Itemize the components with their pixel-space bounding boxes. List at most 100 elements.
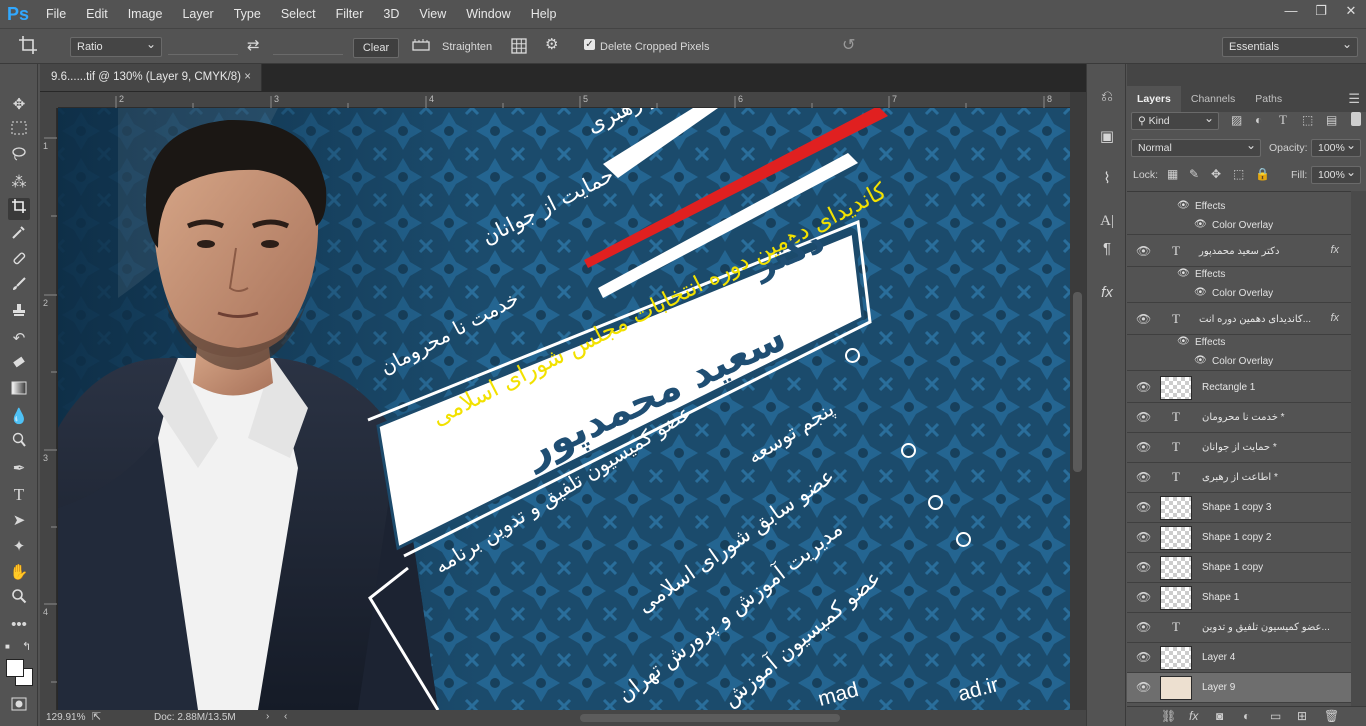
- scroll-thumb[interactable]: [1073, 292, 1082, 472]
- 3d-panel-icon[interactable]: ▣: [1096, 126, 1118, 148]
- lock-image-icon[interactable]: ✎: [1189, 167, 1199, 181]
- gradient-tool-icon[interactable]: [8, 380, 30, 402]
- paragraph-panel-icon[interactable]: ¶: [1096, 238, 1118, 260]
- lock-transparent-icon[interactable]: ▦: [1167, 167, 1178, 181]
- brush-presets-icon[interactable]: ⌇: [1096, 168, 1118, 190]
- effects-row[interactable]: 👁 Effects: [1127, 334, 1351, 352]
- tab-layers[interactable]: Layers: [1127, 86, 1181, 112]
- fx-icon[interactable]: fx: [1330, 312, 1339, 324]
- clear-button[interactable]: Clear: [353, 38, 399, 58]
- eye-icon[interactable]: 👁: [1136, 313, 1151, 325]
- opacity-input[interactable]: 100%: [1311, 138, 1361, 157]
- straighten-label[interactable]: Straighten: [442, 41, 492, 53]
- default-colors-icon[interactable]: ■: [5, 642, 15, 652]
- eye-icon[interactable]: 👁: [1136, 501, 1151, 513]
- export-icon[interactable]: ⇱: [92, 710, 101, 723]
- lock-artboard-icon[interactable]: ⬚: [1233, 167, 1244, 181]
- menu-select[interactable]: Select: [271, 0, 326, 28]
- pen-tool-icon[interactable]: ✒: [8, 458, 30, 480]
- filter-pixel-icon[interactable]: ▨: [1231, 113, 1242, 127]
- delete-cropped-label[interactable]: Delete Cropped Pixels: [600, 41, 709, 53]
- foreground-color-swatch[interactable]: [6, 659, 24, 677]
- filter-toggle-icon[interactable]: [1351, 112, 1361, 126]
- layer-row[interactable]: 👁 Shape 1 copy 3: [1127, 493, 1351, 523]
- link-layers-icon[interactable]: ⛓: [1161, 709, 1176, 723]
- menu-window[interactable]: Window: [456, 0, 520, 28]
- marquee-tool-icon[interactable]: [8, 120, 30, 142]
- fx-icon[interactable]: fx: [1330, 244, 1339, 256]
- menu-help[interactable]: Help: [521, 0, 567, 28]
- menu-3d[interactable]: 3D: [373, 0, 409, 28]
- eye-icon[interactable]: 👁: [1136, 411, 1151, 423]
- magic-wand-tool-icon[interactable]: ⁂: [8, 172, 30, 194]
- eye-icon[interactable]: 👁: [1136, 381, 1151, 393]
- filter-adjustment-icon[interactable]: ◐: [1255, 113, 1262, 127]
- menu-file[interactable]: File: [36, 0, 76, 28]
- vertical-scrollbar[interactable]: [1070, 92, 1086, 710]
- layer-row[interactable]: 👁 Layer 4: [1127, 643, 1351, 673]
- eye-icon[interactable]: 👁: [1136, 441, 1151, 453]
- styles-panel-icon[interactable]: fx: [1096, 282, 1118, 304]
- color-overlay-row[interactable]: 👁 Color Overlay: [1127, 217, 1351, 235]
- menu-filter[interactable]: Filter: [326, 0, 374, 28]
- blur-tool-icon[interactable]: 💧: [8, 406, 30, 428]
- eye-icon[interactable]: 👁: [1136, 471, 1151, 483]
- lasso-tool-icon[interactable]: [8, 146, 30, 168]
- layer-row[interactable]: 👁 Shape 1 copy: [1127, 553, 1351, 583]
- height-field[interactable]: [273, 37, 343, 55]
- character-panel-icon[interactable]: A|: [1096, 210, 1118, 232]
- eye-icon[interactable]: 👁: [1194, 287, 1207, 298]
- width-field[interactable]: [168, 37, 238, 55]
- eye-icon[interactable]: 👁: [1177, 268, 1190, 279]
- menu-view[interactable]: View: [409, 0, 456, 28]
- crop-tool-icon[interactable]: [8, 198, 30, 220]
- adjustment-layer-icon[interactable]: ◐: [1243, 709, 1250, 723]
- filter-type-icon[interactable]: T: [1279, 112, 1287, 128]
- crop-tool-preset-icon[interactable]: [18, 35, 40, 59]
- workspace-select[interactable]: Essentials: [1222, 37, 1358, 57]
- layers-scrollbar[interactable]: [1351, 191, 1366, 706]
- zoom-tool-icon[interactable]: [8, 588, 30, 610]
- add-mask-icon[interactable]: ◙: [1216, 709, 1223, 723]
- dodge-tool-icon[interactable]: [8, 432, 30, 454]
- horizontal-ruler[interactable]: 2 3 4 5 6 7 8: [58, 92, 1070, 108]
- straighten-icon[interactable]: [412, 37, 430, 57]
- filter-smart-object-icon[interactable]: ▤: [1326, 113, 1337, 127]
- color-overlay-row[interactable]: 👁 Color Overlay: [1127, 285, 1351, 303]
- panel-menu-icon[interactable]: ☰: [1348, 86, 1360, 112]
- eye-icon[interactable]: 👁: [1136, 531, 1151, 543]
- tab-paths[interactable]: Paths: [1245, 86, 1292, 112]
- canvas[interactable]: اطاعت از رهبری حمایت از جوانان خدمت نا م…: [58, 108, 1070, 710]
- delete-cropped-checkbox[interactable]: ✓: [584, 39, 595, 50]
- layer-row[interactable]: 👁 Shape 1 copy 2: [1127, 523, 1351, 553]
- history-brush-tool-icon[interactable]: ↶: [8, 328, 30, 350]
- minimize-button[interactable]: —: [1276, 0, 1306, 24]
- eye-icon[interactable]: 👁: [1177, 200, 1190, 211]
- scroll-left-icon[interactable]: ‹: [284, 711, 287, 722]
- effects-row[interactable]: 👁 Effects: [1127, 266, 1351, 284]
- type-tool-icon[interactable]: T: [8, 484, 30, 506]
- eye-icon[interactable]: 👁: [1136, 651, 1151, 663]
- fill-input[interactable]: 100%: [1311, 165, 1361, 184]
- eye-icon[interactable]: 👁: [1194, 219, 1207, 230]
- tab-channels[interactable]: Channels: [1181, 86, 1245, 112]
- new-layer-icon[interactable]: ⊞: [1297, 709, 1307, 723]
- eyedropper-tool-icon[interactable]: [8, 224, 30, 246]
- eye-icon[interactable]: 👁: [1136, 561, 1151, 573]
- filter-shape-icon[interactable]: ⬚: [1302, 113, 1313, 127]
- new-group-icon[interactable]: ▭: [1270, 709, 1281, 723]
- layer-row[interactable]: 👁 Shape 1: [1127, 583, 1351, 613]
- layer-row[interactable]: 👁 T عضو کمیسیون تلفیق و تدوین...: [1127, 613, 1351, 643]
- layer-row[interactable]: 👁 Rectangle 1: [1127, 373, 1351, 403]
- color-overlay-row[interactable]: 👁 Color Overlay: [1127, 353, 1351, 371]
- status-menu-icon[interactable]: ›: [266, 711, 269, 722]
- eye-icon[interactable]: 👁: [1136, 681, 1151, 693]
- eye-icon[interactable]: 👁: [1194, 355, 1207, 366]
- close-icon[interactable]: ×: [244, 64, 251, 91]
- ratio-select[interactable]: Ratio: [70, 37, 162, 57]
- eraser-tool-icon[interactable]: [8, 354, 30, 376]
- healing-brush-tool-icon[interactable]: [8, 250, 30, 272]
- layer-row-selected[interactable]: 👁 Layer 9: [1127, 673, 1351, 703]
- overlay-grid-icon[interactable]: [510, 37, 528, 59]
- lock-all-icon[interactable]: 🔒: [1255, 167, 1270, 181]
